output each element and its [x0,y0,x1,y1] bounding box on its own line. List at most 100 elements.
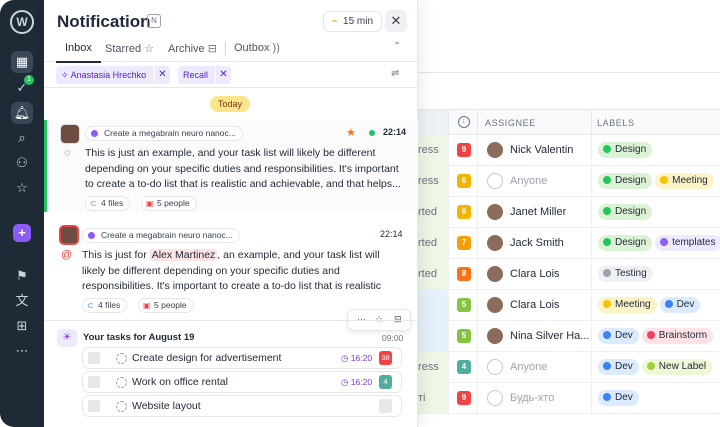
priority-cell[interactable]: 4 [448,352,478,383]
labels-cell[interactable]: Design [598,142,655,158]
label-tag[interactable]: Dev [659,297,701,313]
labels-cell[interactable]: Meeting Dev [598,297,703,313]
status-cell[interactable]: ress [418,166,448,197]
table-row[interactable]: ті 9 Будь-хто Dev [418,383,720,414]
priority-header[interactable]: ↓ [448,110,478,135]
search-icon[interactable]: ⌕ [11,127,33,149]
notification-item[interactable]: @ Create a megabrain neuro nanoc... 22:1… [44,222,418,318]
translate-icon[interactable]: 文 [11,290,33,312]
priority-cell[interactable]: 5 [448,290,478,321]
label-tag[interactable]: Meeting [598,297,657,313]
label-tag[interactable]: Design [598,173,653,189]
labels-header[interactable]: LABELS [597,118,635,128]
timer-button[interactable]: ⌁ 15 min [323,11,383,32]
label-tag[interactable]: Testing [598,266,653,282]
priority-cell[interactable]: 5 [448,321,478,352]
starred-icon[interactable]: ★ [346,126,356,139]
task-row[interactable]: Work on office rental ◷ 16:20 4 [82,371,402,393]
table-row[interactable]: ress 6 Anyone Design Meeting [418,166,720,197]
chevron-up-icon[interactable]: ⌃ [393,41,401,52]
dashboard-icon[interactable]: ▦ [11,51,33,73]
assignee-name[interactable]: Janet Miller [510,206,566,218]
table-row[interactable]: 5 Nina Silver Ha... Dev Brainstorm [418,321,720,352]
labels-cell[interactable]: Design templates [598,235,720,251]
assignee-name[interactable]: Nina Silver Ha... [510,330,589,342]
files-chip[interactable]: ⊂ 4 files [85,196,131,211]
status-cell[interactable]: ress [418,352,448,383]
status-cell[interactable]: rted [418,197,448,228]
files-chip[interactable]: ⊂ 4 files [82,298,128,313]
people-chip[interactable]: ▣ 5 people [141,196,197,211]
label-tag[interactable]: New Label [641,359,713,375]
app-logo[interactable]: W [10,10,34,34]
assignee-header[interactable]: ASSIGNEE [485,118,536,128]
labels-cell[interactable]: Dev [598,390,642,406]
task-row[interactable]: Website layout [82,395,402,417]
label-tag[interactable]: Dev [598,390,639,406]
table-row[interactable]: ress 9 Nick Valentin Design [418,135,720,166]
status-cell[interactable]: ress [418,135,448,166]
notification-item[interactable]: ◌ Create a megabrain neuro nanoc... ★ 22… [44,120,418,212]
mention-highlight[interactable]: Alex Martinez [149,249,218,261]
task-status-icon[interactable] [116,353,127,364]
tab-archive[interactable]: Archive ⊟ [168,42,217,55]
status-cell[interactable]: ті [418,383,448,414]
assignee-name[interactable]: Clara Lois [510,299,560,311]
priority-cell[interactable]: 8 [448,259,478,290]
close-button[interactable]: ✕ [385,10,407,32]
add-icon[interactable]: + [13,224,31,242]
status-cell[interactable] [418,290,448,321]
table-row[interactable]: ress 4 Anyone Dev New Label [418,352,720,383]
more-icon[interactable]: ⋯ [11,340,33,362]
source-task-chip[interactable]: Create a megabrain neuro nanoc... [85,126,243,141]
table-row[interactable]: 5 Clara Lois Meeting Dev [418,290,720,321]
bell-icon[interactable]: 🔔︎ [11,102,33,124]
status-cell[interactable]: rted [418,259,448,290]
hierarchy-icon[interactable]: ⊞ [11,315,33,337]
status-cell[interactable] [418,321,448,352]
board-icon[interactable]: ⚑ [11,265,33,287]
people-chip[interactable]: ▣ 5 people [138,298,194,313]
tab-inbox[interactable]: Inbox [56,42,101,63]
label-tag[interactable]: Brainstorm [641,328,714,344]
label-tag[interactable]: Design [598,235,653,251]
tab-starred[interactable]: Starred ☆ [105,42,154,55]
task-status-icon[interactable] [116,401,127,412]
task-status-icon[interactable] [116,377,127,388]
assignee-name[interactable]: Будь-хто [510,392,554,404]
label-tag[interactable]: Dev [598,359,639,375]
assignee-name[interactable]: Nick Valentin [510,144,573,156]
priority-cell[interactable]: 7 [448,228,478,259]
label-tag[interactable]: Dev [598,328,639,344]
star-icon[interactable]: ☆ [11,177,33,199]
filter-chip-recall[interactable]: Recall ✕ [178,66,231,84]
priority-cell[interactable]: 9 [448,383,478,414]
remove-filter-icon[interactable]: ✕ [215,66,231,84]
labels-cell[interactable]: Design [598,204,655,220]
labels-cell[interactable]: Dev Brainstorm [598,328,716,344]
labels-cell[interactable]: Testing [598,266,656,282]
assignee-name[interactable]: Jack Smith [510,237,564,249]
table-row[interactable]: rted 6 Janet Miller Design [418,197,720,228]
sort-down-icon[interactable]: ↓ [458,116,470,128]
table-row[interactable]: rted 7 Jack Smith Design templates [418,228,720,259]
table-row[interactable]: rted 8 Clara Lois Testing [418,259,720,290]
priority-cell[interactable]: 6 [448,166,478,197]
label-tag[interactable]: Design [598,142,653,158]
people-icon[interactable]: ⚇ [11,152,33,174]
priority-cell[interactable]: 6 [448,197,478,228]
tab-outbox[interactable]: Outbox )) [234,42,280,54]
remove-filter-icon[interactable]: ✕ [154,66,170,84]
assignee-name[interactable]: Anyone [510,361,547,373]
labels-cell[interactable]: Design Meeting [598,173,717,189]
priority-cell[interactable]: 9 [448,135,478,166]
filter-chip-person[interactable]: ✧ Anastasia Hrechko ✕ [56,66,170,84]
status-cell[interactable]: rted [418,228,448,259]
filter-settings-icon[interactable]: ⇌ [391,68,399,79]
label-tag[interactable]: Meeting [655,173,714,189]
source-task-chip[interactable]: Create a megabrain neuro nanoc... [82,228,240,243]
label-tag[interactable]: templates [655,235,720,251]
label-tag[interactable]: Design [598,204,653,220]
assignee-name[interactable]: Clara Lois [510,268,560,280]
labels-cell[interactable]: Dev New Label [598,359,715,375]
